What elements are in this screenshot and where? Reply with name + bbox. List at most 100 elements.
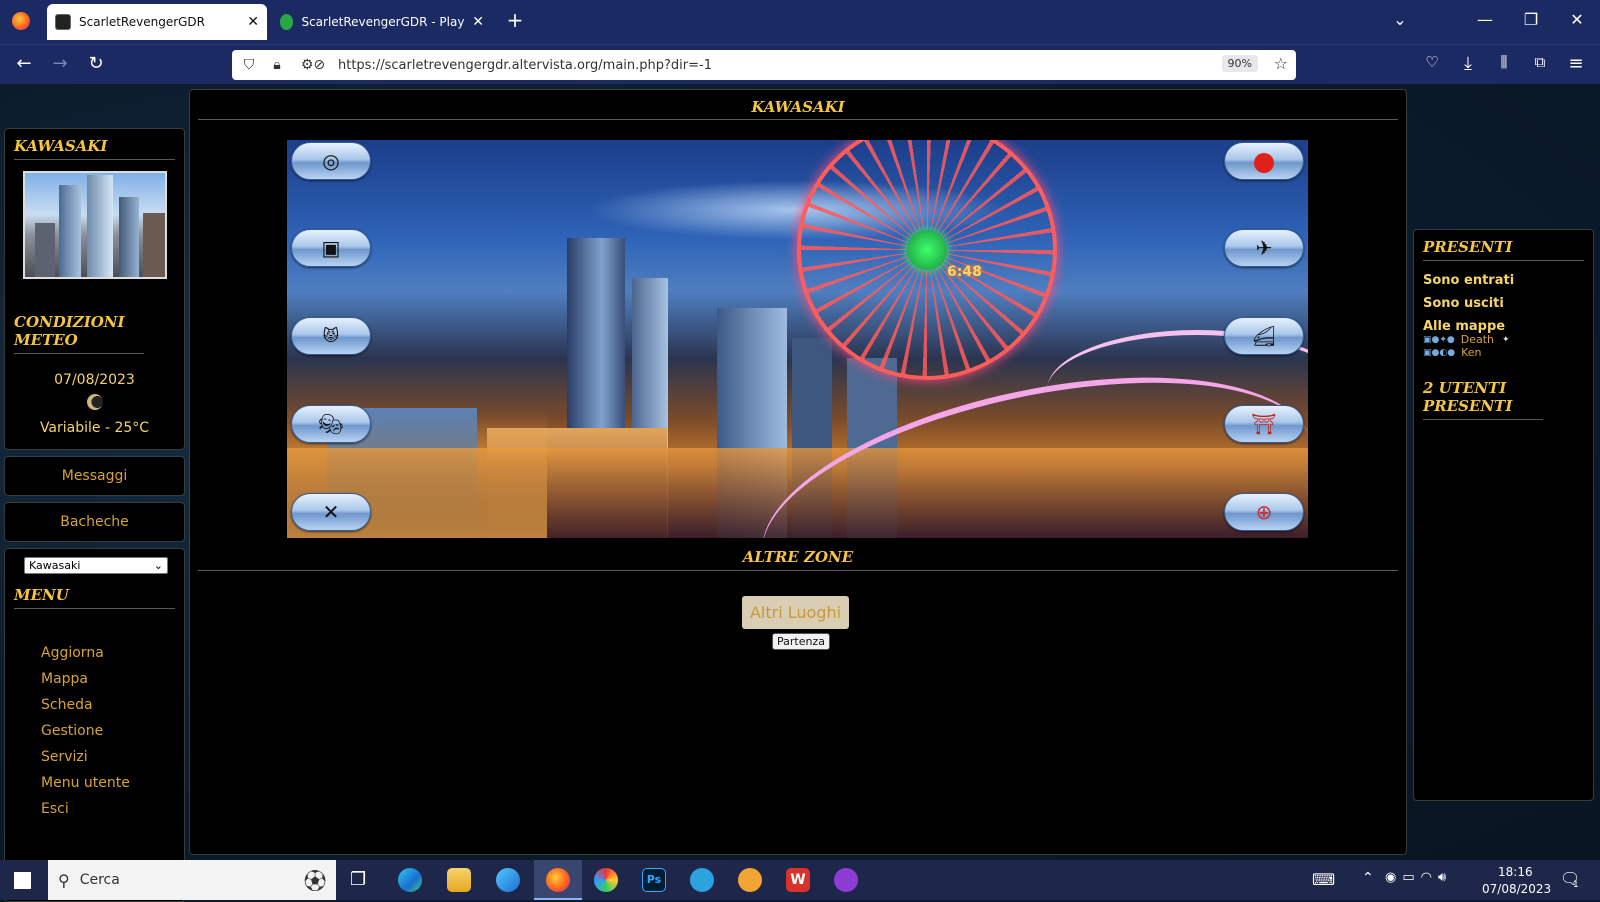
weather-date: 07/08/2023 xyxy=(54,372,135,388)
exited-link[interactable]: Sono usciti xyxy=(1423,296,1584,311)
app-icon[interactable] xyxy=(496,868,520,892)
location-panel: KAWASAKI CONDIZIONI METEO 07/08/2023 Var… xyxy=(4,128,185,450)
presence-title: PRESENTI xyxy=(1423,238,1584,261)
lifebuoy-icon[interactable]: ⊕ xyxy=(1224,493,1304,531)
bookmark-star-icon[interactable]: ☆ xyxy=(1274,54,1288,73)
edge-icon[interactable] xyxy=(398,868,422,892)
menu-panel: Kawasaki ⌄ MENU Aggiorna Mappa Scheda Ge… xyxy=(4,548,185,902)
user-row[interactable]: ▣●✦● Death ✦ xyxy=(1423,333,1584,346)
new-tab-icon[interactable]: + xyxy=(495,8,535,32)
notification-count: 1 xyxy=(1573,880,1579,890)
menu-item-scheda[interactable]: Scheda xyxy=(41,697,93,713)
torii-icon[interactable]: ⛩︎ xyxy=(1224,405,1304,443)
shield-icon[interactable]: ⛉ xyxy=(238,57,260,73)
clock-time[interactable]: 18:16 xyxy=(1498,865,1533,879)
pocket-icon[interactable]: ♡ xyxy=(1418,53,1446,71)
target-icon[interactable]: ◎ xyxy=(291,142,371,180)
windows-start-icon[interactable] xyxy=(14,872,31,889)
tray-icons[interactable]: ◉▭◠🔊︎ xyxy=(1385,870,1452,885)
tiger-icon[interactable]: 😾︎ xyxy=(291,317,371,355)
departure-tooltip: Partenza xyxy=(772,633,830,650)
user-status-icons: ▣●◐● xyxy=(1423,347,1456,358)
weather-title: CONDIZIONI METEO xyxy=(14,313,144,354)
messages-button[interactable]: Messaggi xyxy=(4,456,185,496)
firefox-icon[interactable] xyxy=(546,868,570,892)
restore-icon[interactable]: ❐ xyxy=(1511,10,1551,29)
menu-item-aggiorna[interactable]: Aggiorna xyxy=(41,645,104,661)
paint-icon[interactable] xyxy=(594,868,618,892)
tab-title: ScarletRevengerGDR - Play by C xyxy=(301,15,465,29)
forward-icon[interactable]: → xyxy=(46,53,74,74)
weather-condition: Variabile - 25°C xyxy=(39,420,150,436)
mask-app-icon[interactable] xyxy=(834,868,858,892)
tab-title: ScarletRevengerGDR xyxy=(79,15,206,29)
minimize-icon[interactable]: — xyxy=(1465,10,1505,29)
nav-bar: ← → ↻ ⛉ 🔒︎ ⚙︎⊘ https://scarletrevengergd… xyxy=(0,44,1600,84)
menu-item-esci[interactable]: Esci xyxy=(41,801,69,817)
search-box[interactable]: ⚲ Cerca ⚽︎ xyxy=(48,860,336,900)
location-thumbnail[interactable] xyxy=(22,171,167,279)
menu-item-menu-utente[interactable]: Menu utente xyxy=(41,775,130,791)
moon-phase-icon xyxy=(86,394,103,410)
page-content: KAWASAKI CONDIZIONI METEO 07/08/2023 Var… xyxy=(0,84,1600,902)
zoom-level[interactable]: 90% xyxy=(1221,55,1258,72)
tab-list-chevron-icon[interactable]: ⌄ xyxy=(1380,10,1420,29)
close-window-icon[interactable]: ✕ xyxy=(1557,10,1597,29)
user-name[interactable]: Ken xyxy=(1461,346,1481,359)
console-icon[interactable]: ▣ xyxy=(291,229,371,267)
map-title: KAWASAKI xyxy=(198,98,1398,120)
url-text[interactable]: https://scarletrevengergdr.altervista.or… xyxy=(338,58,712,73)
search-placeholder: Cerca xyxy=(79,872,120,888)
menu-item-mappa[interactable]: Mappa xyxy=(41,671,88,687)
tray-chevron-icon[interactable]: ⌃ xyxy=(1362,870,1374,886)
users-count: 2 UTENTI PRESENTI xyxy=(1423,379,1543,420)
windows-taskbar: ⚲ Cerca ⚽︎ ❐ Ps W ⌨ ⌃ ◉▭◠🔊︎ 18:16 07/08/… xyxy=(0,860,1600,900)
ferris-wheel-clock: 6:48 xyxy=(947,264,982,280)
cutlery-icon[interactable]: ✕ xyxy=(291,493,371,531)
boards-button[interactable]: Bacheche xyxy=(4,502,185,542)
tab-scarletrevengergdr-play[interactable]: ScarletRevengerGDR - Play by C ✕ xyxy=(272,4,492,40)
user-row[interactable]: ▣●◐● Ken xyxy=(1423,346,1584,359)
menu-item-gestione[interactable]: Gestione xyxy=(41,723,103,739)
theater-masks-icon[interactable]: 🎭︎ xyxy=(291,405,371,443)
firefox-menu-icon[interactable] xyxy=(12,12,30,30)
site-favicon xyxy=(55,14,71,30)
pin-icon: ✦ xyxy=(1502,334,1510,345)
location-select-value: Kawasaki xyxy=(29,559,81,572)
reload-icon[interactable]: ↻ xyxy=(82,53,110,74)
downloads-icon[interactable]: ⤓ xyxy=(1454,53,1482,74)
library-icon[interactable]: ⫼ xyxy=(1490,53,1518,71)
entered-link[interactable]: Sono entrati xyxy=(1423,273,1584,288)
wps-icon[interactable]: W xyxy=(786,868,810,892)
clock-date[interactable]: 07/08/2023 xyxy=(1482,882,1551,896)
japan-flag-icon[interactable] xyxy=(1224,142,1304,180)
hamburger-menu-icon[interactable]: ≡ xyxy=(1562,53,1590,74)
tab-bar: ScarletRevengerGDR ✕ ScarletRevengerGDR … xyxy=(0,0,1600,44)
back-icon[interactable]: ← xyxy=(10,53,38,74)
other-zones-title: ALTRE ZONE xyxy=(198,548,1398,571)
lock-icon[interactable]: 🔒︎ xyxy=(266,57,288,73)
url-bar[interactable]: ⛉ 🔒︎ ⚙︎⊘ https://scarletrevengergdr.alte… xyxy=(232,50,1296,80)
telegram-icon[interactable] xyxy=(690,868,714,892)
photoshop-icon[interactable]: Ps xyxy=(642,868,666,892)
chevron-down-icon: ⌄ xyxy=(153,559,163,572)
location-select[interactable]: Kawasaki ⌄ xyxy=(24,557,168,574)
file-explorer-icon[interactable] xyxy=(447,868,471,892)
close-tab-icon[interactable]: ✕ xyxy=(472,14,484,30)
all-maps-link[interactable]: Alle mappe xyxy=(1423,319,1584,334)
menu-title: MENU xyxy=(14,586,175,609)
user-name[interactable]: Death xyxy=(1461,333,1494,346)
permissions-icon[interactable]: ⚙︎⊘ xyxy=(294,57,332,73)
tab-scarletrevengergdr[interactable]: ScarletRevengerGDR ✕ xyxy=(47,4,267,40)
keyboard-icon[interactable]: ⌨ xyxy=(1312,870,1335,889)
presence-panel: PRESENTI Sono entrati Sono usciti Alle m… xyxy=(1413,229,1594,801)
close-tab-icon[interactable]: ✕ xyxy=(247,14,259,30)
site-favicon xyxy=(280,14,294,30)
airplane-icon[interactable]: ✈ xyxy=(1224,229,1304,267)
extensions-icon[interactable]: ⧉ xyxy=(1526,53,1554,71)
menu-item-servizi[interactable]: Servizi xyxy=(41,749,88,765)
brave-icon[interactable] xyxy=(738,868,762,892)
train-icon[interactable]: 🚄︎ xyxy=(1224,317,1304,355)
task-view-icon[interactable]: ❐ xyxy=(350,869,366,890)
other-places-button[interactable]: Altri Luoghi xyxy=(742,596,849,629)
